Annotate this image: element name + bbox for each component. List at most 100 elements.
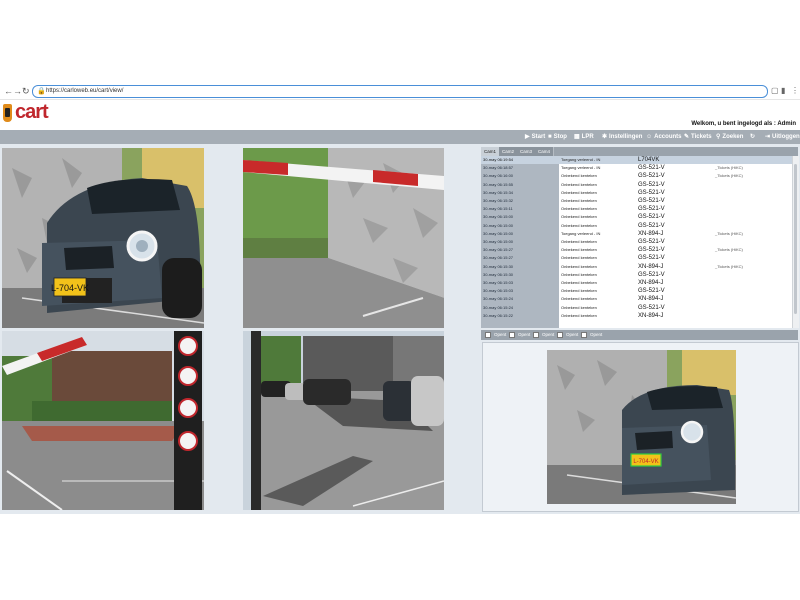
camera-view-4[interactable] bbox=[243, 331, 444, 510]
log-row[interactable]: 30-may 06:15:32 Onbekend kenteken GS-521-V bbox=[481, 197, 798, 205]
accounts-label: Accounts bbox=[654, 134, 682, 140]
checkbox[interactable] bbox=[485, 331, 491, 338]
option-3[interactable]: Opent bbox=[533, 330, 554, 340]
lpr-button[interactable]: ▦ LPR bbox=[574, 130, 594, 144]
log-row[interactable]: 30-may 06:15:11 Onbekend kenteken GS-521-V bbox=[481, 205, 798, 213]
log-row[interactable]: 30-may 06:19:54 Toegang verleend - IN L704… bbox=[481, 156, 798, 165]
log-row[interactable]: 30-may 06:15:03 Onbekend kenteken GS-521-V bbox=[481, 287, 798, 295]
log-row[interactable]: 30-may 06:15:22 Onbekend kenteken XN-894-J bbox=[481, 312, 798, 320]
log-row[interactable]: 30-may 06:16:00 Onbekend kenteken GS-521-V… bbox=[481, 172, 798, 180]
log-row[interactable]: 30-may 06:15:00 Onbekend kenteken GS-521-V bbox=[481, 213, 798, 221]
log-row[interactable]: 30-may 06:15:27 Onbekend kenteken GS-521-V… bbox=[481, 246, 798, 254]
event-log: 30-may 06:19:54 Toegang verleend - IN L704… bbox=[481, 156, 798, 328]
log-extra: _Tickets (HiKC) bbox=[715, 263, 743, 269]
camera-view-2[interactable] bbox=[243, 148, 444, 328]
log-time: 30-may 06:15:22 bbox=[483, 312, 514, 318]
settings-button[interactable]: ✱ Instellingen bbox=[602, 130, 642, 144]
log-plate: GS-521-V bbox=[638, 198, 665, 204]
log-event: Onbekend kenteken bbox=[561, 263, 597, 269]
logout-button[interactable]: ⇥ Uitloggen bbox=[765, 130, 800, 144]
checkbox[interactable] bbox=[533, 331, 539, 338]
lpr-icon: ▦ bbox=[574, 134, 580, 140]
camera-2-image bbox=[243, 148, 444, 328]
log-row[interactable]: 30-may 06:15:24 Onbekend kenteken GS-521-V bbox=[481, 304, 798, 312]
option-1[interactable]: Opent bbox=[485, 330, 506, 340]
refresh-button[interactable]: ↻ bbox=[750, 130, 757, 144]
search-button[interactable]: ⚲ Zoeken bbox=[716, 130, 743, 144]
extension-icon[interactable]: ▢ bbox=[771, 85, 779, 97]
log-row[interactable]: 30-may 06:15:00 Toegang verleend - IN XN-8… bbox=[481, 230, 798, 238]
log-plate: GS-521-V bbox=[638, 239, 665, 245]
log-scrollbar[interactable] bbox=[792, 156, 799, 328]
tab-cam3[interactable]: Cam3 bbox=[517, 147, 537, 156]
gear-icon: ✱ bbox=[602, 134, 608, 140]
tickets-button[interactable]: ✎ Tickets bbox=[684, 130, 712, 144]
option-5[interactable]: Opent bbox=[581, 330, 602, 340]
log-extra: _Tickets (HiKC) bbox=[715, 173, 743, 179]
menu-icon[interactable]: ⋮ bbox=[791, 85, 799, 97]
sidebar-icon[interactable]: ▮ bbox=[781, 85, 785, 97]
log-row[interactable]: 30-may 06:15:24 Onbekend kenteken XN-894-J bbox=[481, 295, 798, 303]
address-bar[interactable]: 🔒 https://carloweb.eu/cart/view/ bbox=[32, 85, 768, 98]
stop-button[interactable]: ■ Stop bbox=[548, 130, 567, 144]
forward-icon[interactable]: → bbox=[13, 84, 22, 98]
camera-3-image bbox=[2, 331, 204, 510]
tab-cam2[interactable]: Cam2 bbox=[499, 147, 519, 156]
log-time: 30-may 06:15:24 bbox=[483, 304, 514, 310]
checkbox[interactable] bbox=[581, 331, 587, 338]
log-row[interactable]: 30-may 06:15:34 Onbekend kenteken GS-521-V bbox=[481, 189, 798, 197]
log-plate: XN-894-J bbox=[638, 296, 664, 303]
camera-tabs: Cam1 Cam2 Cam3 Cam4 bbox=[481, 147, 798, 156]
log-event: Onbekend kenteken bbox=[561, 198, 597, 203]
log-row[interactable]: 30-may 06:18:57 Toegang verleend - IN GS-5… bbox=[481, 164, 798, 172]
back-icon[interactable]: ← bbox=[4, 84, 13, 98]
log-plate: GS-521-V bbox=[638, 247, 665, 254]
tab-cam1[interactable]: Cam1 bbox=[481, 147, 501, 156]
option-label: Opent bbox=[590, 332, 603, 337]
gate-options: Opent Opent Opent Opent Opent bbox=[481, 330, 798, 340]
url-text[interactable]: https://carloweb.eu/cart/view/ bbox=[46, 86, 123, 97]
tab-cam4[interactable]: Cam4 bbox=[535, 147, 555, 156]
log-event: Toegang verleend - IN bbox=[561, 157, 601, 162]
camera-1-plate: L-704-VK bbox=[51, 283, 89, 293]
snapshot-panel: L-704-VK bbox=[482, 342, 799, 512]
checkbox[interactable] bbox=[557, 331, 563, 338]
option-4[interactable]: Opent bbox=[557, 330, 578, 340]
log-time: 30-may 06:15:55 bbox=[483, 181, 514, 187]
snapshot-image[interactable]: L-704-VK bbox=[547, 350, 736, 504]
log-plate: GS-521-V bbox=[638, 214, 665, 221]
option-2[interactable]: Opent bbox=[509, 330, 530, 340]
log-row[interactable]: 30-may 06:15:00 Onbekend kenteken GS-521-V bbox=[481, 238, 798, 246]
log-plate: GS-521-V bbox=[638, 173, 665, 180]
camera-view-1[interactable]: L-704-VK bbox=[2, 148, 204, 328]
log-row[interactable]: 30-may 06:15:00 Onbekend kenteken GS-521-V bbox=[481, 222, 798, 230]
log-row[interactable]: 30-may 06:15:55 Onbekend kenteken GS-521-V bbox=[481, 181, 798, 189]
user-icon: ☺ bbox=[646, 134, 653, 140]
log-event: Onbekend kenteken bbox=[561, 239, 597, 244]
log-event: Toegang verleend - IN bbox=[561, 165, 601, 171]
log-time: 30-may 06:15:34 bbox=[483, 189, 514, 195]
log-event: Toegang verleend - IN bbox=[561, 230, 601, 236]
browser-toolbar: ← → ↻ 🔒 https://carloweb.eu/cart/view/ ▢… bbox=[0, 83, 800, 100]
log-plate: GS-521-V bbox=[638, 255, 665, 262]
ticket-icon: ✎ bbox=[684, 134, 690, 140]
log-event: Onbekend kenteken bbox=[561, 304, 597, 310]
log-time: 30-may 06:15:00 bbox=[483, 214, 514, 220]
log-plate: GS-521-V bbox=[638, 271, 665, 278]
camera-4-image bbox=[243, 331, 444, 510]
start-label: Start bbox=[531, 134, 546, 140]
camera-view-3[interactable] bbox=[2, 331, 204, 510]
log-row[interactable]: 30-may 06:15:03 Onbekend kenteken XN-894-J bbox=[481, 279, 798, 287]
reload-icon[interactable]: ↻ bbox=[22, 84, 30, 98]
log-row[interactable]: 30-may 06:15:30 Onbekend kenteken XN-894-J… bbox=[481, 263, 798, 271]
checkbox[interactable] bbox=[509, 331, 515, 338]
accounts-button[interactable]: ☺ Accounts bbox=[646, 130, 681, 144]
log-plate: GS-521-V bbox=[638, 288, 665, 295]
scrollbar-thumb[interactable] bbox=[794, 164, 797, 314]
lock-icon: 🔒 bbox=[37, 88, 46, 95]
log-row[interactable]: 30-may 06:15:27 Onbekend kenteken GS-521-V bbox=[481, 254, 798, 262]
play-icon: ▶ bbox=[525, 134, 530, 140]
log-event: Onbekend kenteken bbox=[561, 181, 597, 187]
start-button[interactable]: ▶ Start bbox=[525, 130, 545, 144]
log-row[interactable]: 30-may 06:15:30 Onbekend kenteken GS-521-V bbox=[481, 271, 798, 279]
